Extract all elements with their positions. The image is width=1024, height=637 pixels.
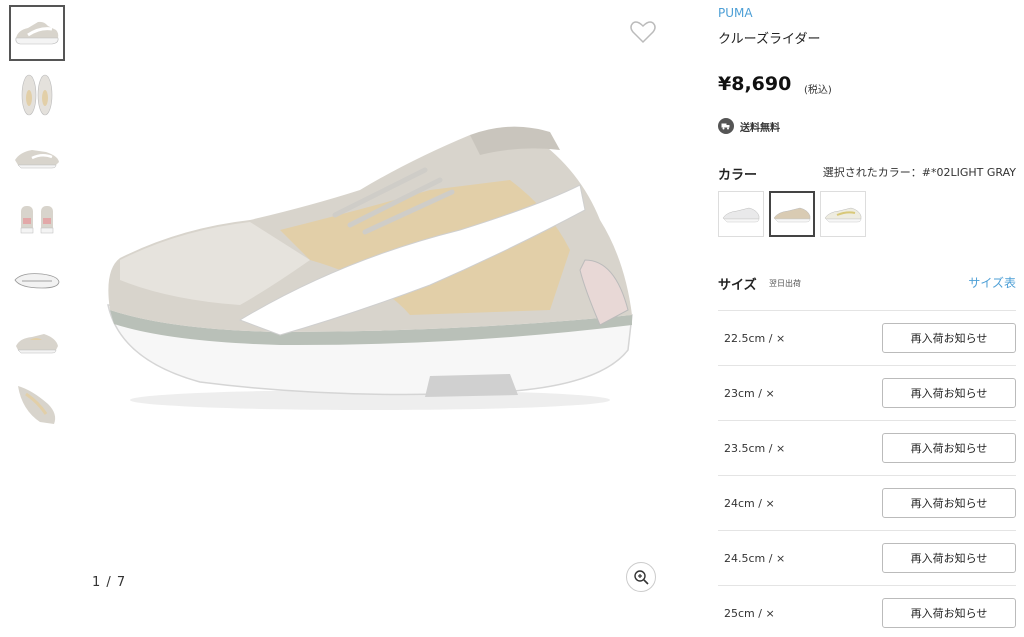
shoe-top-thumbnail-icon — [21, 74, 53, 116]
color-swatch-cream[interactable] — [820, 191, 866, 237]
brand-link[interactable]: PUMA — [718, 6, 753, 20]
product-name: クルーズライダー — [718, 32, 821, 47]
restock-notify-button[interactable]: 再入荷お知らせ — [882, 433, 1016, 463]
truck-icon — [718, 118, 734, 134]
thumbnail-top-view[interactable] — [9, 67, 65, 123]
zoom-in-icon — [634, 570, 649, 585]
shoe-inner-thumbnail-icon — [16, 334, 58, 354]
size-row: 23cm / × 再入荷お知らせ — [718, 365, 1016, 420]
size-row: 24.5cm / × 再入荷お知らせ — [718, 530, 1016, 585]
size-list: 22.5cm / × 再入荷お知らせ 23cm / × 再入荷お知らせ 23.5… — [718, 310, 1016, 637]
product-page: 1 / 7 PUMA クルーズライダー ¥8,690 (税込) 送料無料 カラー… — [0, 0, 1024, 637]
shoe-image — [107, 126, 633, 410]
shoe-detail-thumbnail-icon — [18, 386, 56, 424]
thumbnail-side-view[interactable] — [9, 5, 65, 61]
thumbnail-sole-view[interactable] — [9, 253, 65, 309]
thumbnail-inner-view[interactable] — [9, 315, 65, 371]
color-swatch-white[interactable] — [718, 191, 764, 237]
favorite-heart-icon[interactable] — [629, 18, 657, 46]
shoe-swatch-icon — [773, 207, 811, 223]
restock-notify-button[interactable]: 再入荷お知らせ — [882, 378, 1016, 408]
thumbnail-angle-view[interactable] — [9, 129, 65, 185]
restock-notify-button[interactable]: 再入荷お知らせ — [882, 323, 1016, 353]
product-price: ¥8,690 — [718, 73, 792, 95]
shipping-badge: 送料無料 — [718, 118, 780, 134]
size-value: 23cm / × — [724, 386, 775, 400]
shoe-back-thumbnail-icon — [20, 206, 54, 234]
image-pager: 1 / 7 — [92, 575, 127, 590]
tax-note: (税込) — [804, 85, 832, 96]
shipping-text: 送料無料 — [740, 122, 780, 134]
size-shipping-note: 翌日出荷 — [769, 279, 801, 288]
shoe-sole-thumbnail-icon — [14, 273, 60, 289]
size-row: 23.5cm / × 再入荷お知らせ — [718, 420, 1016, 475]
size-label: サイズ — [718, 278, 757, 293]
shoe-angle-thumbnail-icon — [15, 150, 59, 169]
main-product-image[interactable]: 1 / 7 — [80, 0, 670, 610]
selected-color-text: 選択されたカラー：#*02LIGHT GRAY — [822, 166, 1016, 179]
shoe-thumbnail-icon — [15, 21, 59, 45]
color-label: カラー — [718, 168, 758, 183]
shoe-swatch-icon — [722, 207, 760, 223]
color-swatches — [718, 191, 866, 237]
color-swatch-light-gray[interactable] — [769, 191, 815, 237]
size-value: 23.5cm / × — [724, 441, 786, 455]
zoom-button[interactable] — [626, 562, 656, 592]
size-chart-link[interactable]: サイズ表 — [968, 274, 1016, 291]
size-row: 25cm / × 再入荷お知らせ — [718, 585, 1016, 637]
restock-notify-button[interactable]: 再入荷お知らせ — [882, 488, 1016, 518]
size-value: 25cm / × — [724, 606, 775, 620]
restock-notify-button[interactable]: 再入荷お知らせ — [882, 598, 1016, 628]
size-value: 22.5cm / × — [724, 331, 786, 345]
restock-notify-button[interactable]: 再入荷お知らせ — [882, 543, 1016, 573]
size-value: 24cm / × — [724, 496, 775, 510]
size-value: 24.5cm / × — [724, 551, 786, 565]
thumbnail-list — [9, 5, 65, 439]
shoe-swatch-icon — [824, 207, 862, 223]
size-row: 22.5cm / × 再入荷お知らせ — [718, 310, 1016, 365]
thumbnail-back-view[interactable] — [9, 191, 65, 247]
size-row: 24cm / × 再入荷お知らせ — [718, 475, 1016, 530]
thumbnail-detail-view[interactable] — [9, 377, 65, 433]
